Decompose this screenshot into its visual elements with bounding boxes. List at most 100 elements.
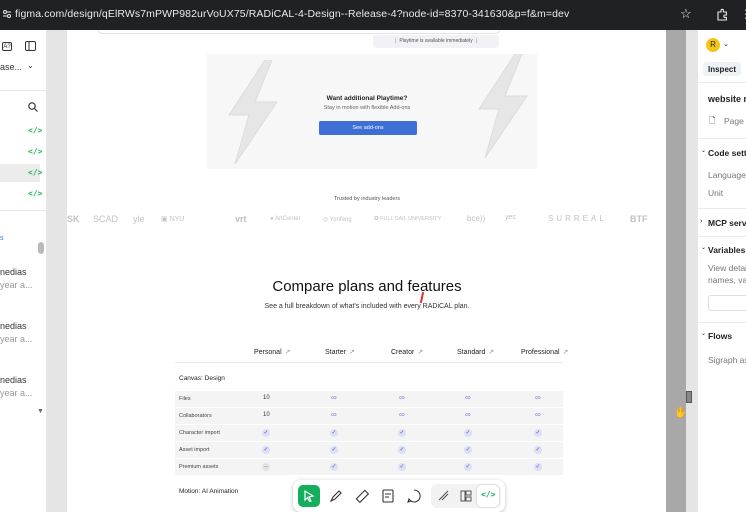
logo: ● ArtCenter — [270, 216, 301, 222]
variables-desc: names, val — [708, 275, 746, 285]
chevron-down-icon[interactable]: ⌄ — [701, 147, 706, 154]
measure-tool-button[interactable] — [351, 485, 373, 507]
infinity-value: ∞ — [331, 393, 337, 402]
list-item[interactable]: nedias — [0, 321, 27, 331]
plan-name: Personal — [254, 349, 282, 356]
draw-mode-button[interactable] — [433, 485, 455, 507]
annotate-tool-button[interactable] — [377, 485, 399, 507]
logo-strip: SK SCAD yle ▣ NYU vrt ● ArtCenter ◎ Yonf… — [67, 214, 666, 228]
bolt-icon: ❘ — [472, 38, 479, 44]
tab-inspect[interactable]: Inspect — [708, 65, 736, 74]
chevron-down-icon[interactable]: ⌄ — [701, 244, 706, 251]
scrollbar-thumb[interactable] — [38, 242, 44, 254]
code-icon[interactable]: </> — [28, 168, 42, 177]
check-icon: ✓ — [398, 463, 406, 471]
plan-name: Standard — [457, 349, 486, 356]
variables-input[interactable] — [708, 295, 746, 311]
check-icon: ✓ — [534, 463, 542, 471]
mode-switcher: </> — [431, 484, 501, 508]
site-info-icon[interactable] — [2, 9, 12, 19]
website-frame[interactable]: ❘ Playtime is available immediately ❘ Wa… — [67, 30, 666, 512]
check-icon: ✓ — [464, 463, 472, 471]
plan-header: Standard ↗ — [457, 349, 495, 356]
table-row — [175, 408, 563, 424]
check-icon: ✓ — [262, 429, 270, 437]
chevron-down-icon[interactable]: ⌄ — [723, 40, 729, 48]
selection-name: website n — [708, 94, 746, 104]
browser-url-bar: figma.com/design/qElRWs7mPWP982urVoUX75/… — [0, 0, 746, 30]
language-label: Language — [708, 170, 746, 180]
playtime-note-text: Playtime is available immediately — [399, 38, 473, 44]
mcp-server-heading[interactable]: MCP serve — [708, 218, 746, 228]
font-icon[interactable]: A? — [2, 42, 12, 51]
hand-cursor-icon: ✋ — [674, 407, 688, 419]
plan-name: Creator — [391, 349, 415, 356]
dash-icon: – — [262, 463, 270, 471]
logo: ▣ NYU — [161, 216, 185, 223]
cell-value: 10 — [263, 412, 270, 418]
list-item-time: year a... — [0, 334, 33, 344]
resize-handle[interactable] — [686, 391, 692, 403]
section-heading: Canvas: Design — [179, 375, 225, 382]
see-addons-button[interactable]: See add-ons — [319, 121, 417, 135]
link-marker[interactable]: s — [0, 235, 4, 242]
move-tool-button[interactable] — [298, 485, 320, 507]
code-icon[interactable]: </> — [28, 189, 42, 198]
url-text[interactable]: figma.com/design/qElRWs7mPWP982urVoUX75/… — [15, 8, 569, 20]
check-icon: ✓ — [464, 446, 472, 454]
variables-heading[interactable]: Variables — [708, 245, 745, 255]
comment-icon — [407, 489, 421, 503]
row-label: Asset import — [179, 447, 210, 453]
extensions-icon[interactable] — [716, 8, 729, 21]
search-icon[interactable] — [28, 102, 38, 112]
pen-tool-button[interactable] — [325, 485, 347, 507]
chevron-down-icon[interactable]: ⌄ — [27, 61, 34, 70]
bookmark-star-icon[interactable]: ☆ — [680, 6, 692, 22]
code-icon[interactable]: </> — [28, 126, 42, 135]
logo-text: ArtCenter — [274, 216, 301, 222]
logo: BTF — [630, 214, 648, 224]
inspect-panel: R ⌄ Inspect website n 🗋 Page ⌄ Code sett… — [697, 30, 746, 512]
check-icon: ✓ — [464, 429, 472, 437]
addon-title: Want additional Playtime? — [326, 95, 408, 102]
file-title[interactable]: ase... — [0, 62, 22, 72]
list-item[interactable]: nedias — [0, 375, 27, 385]
annotation-icon — [382, 489, 394, 503]
infinity-value: ∞ — [465, 410, 471, 419]
comment-tool-button[interactable] — [403, 485, 425, 507]
list-item[interactable]: nedias — [0, 267, 27, 277]
code-settings-heading[interactable]: Code setti — [708, 148, 746, 158]
trusted-heading: Trusted by industry leaders — [333, 196, 401, 202]
chevron-down-icon[interactable]: ⌄ — [701, 330, 706, 337]
logo-text: NYU — [169, 216, 185, 223]
logo: ✪ FULL SAIL UNIVERSITY — [374, 216, 442, 222]
pen-icon — [329, 490, 342, 503]
card-border — [97, 30, 501, 34]
addon-subtitle: Stay in motion with flexible Add-ons — [323, 105, 411, 111]
design-mode-button[interactable] — [455, 485, 477, 507]
canvas-gutter — [666, 30, 686, 512]
code-icon: </> — [481, 490, 496, 499]
sidebar-toggle-icon[interactable] — [25, 41, 36, 51]
browser-menu-icon[interactable]: ⋮ — [740, 7, 746, 21]
avatar[interactable]: R — [706, 38, 720, 52]
page-label: Page — [724, 116, 744, 126]
draw-icon — [438, 490, 449, 501]
table-row — [175, 391, 563, 407]
design-canvas[interactable]: ❘ Playtime is available immediately ❘ Wa… — [47, 30, 697, 512]
playtime-note: ❘ Playtime is available immediately ❘ — [373, 35, 499, 48]
logo: SURREAL — [548, 214, 607, 223]
scroll-down-icon[interactable]: ▼ — [37, 408, 44, 415]
infinity-value: ∞ — [399, 410, 405, 419]
chevron-right-icon[interactable]: › — [700, 218, 702, 225]
variables-desc: View detail — [708, 263, 746, 273]
flow-item[interactable]: Sigraph asi — [708, 355, 746, 365]
table-row — [175, 459, 563, 475]
compare-subtitle: See a full breakdown of what's included … — [264, 303, 470, 310]
dev-mode-button[interactable]: </> — [477, 485, 499, 507]
lightning-bolt-right-icon — [478, 54, 528, 158]
infinity-value: ∞ — [465, 393, 471, 402]
plan-name: Professional — [521, 349, 560, 356]
code-icon[interactable]: </> — [28, 147, 42, 156]
flows-heading[interactable]: Flows — [708, 331, 732, 341]
